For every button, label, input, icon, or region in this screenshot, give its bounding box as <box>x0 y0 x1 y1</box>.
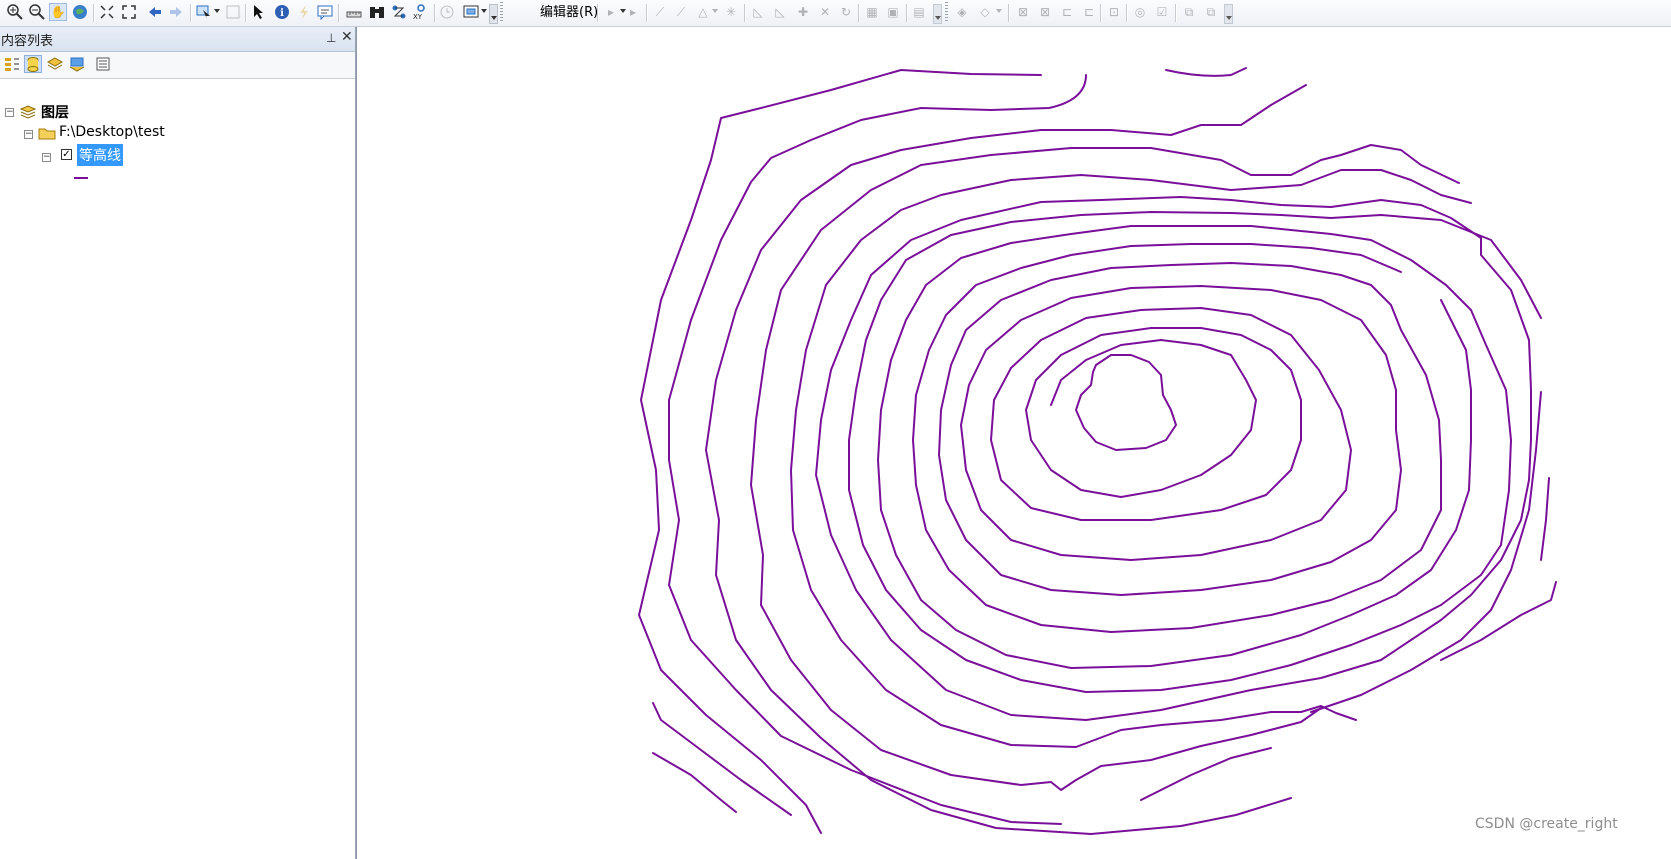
error-list-icon[interactable]: ☑ <box>1153 3 1171 21</box>
contour-line <box>1075 354 1177 451</box>
folder-path-label[interactable]: F:\Desktop\test <box>59 124 165 140</box>
topology-icon[interactable]: ◈ <box>953 3 971 21</box>
list-by-selection-icon[interactable] <box>68 55 86 73</box>
fixed-zoom-out-icon[interactable] <box>120 3 138 21</box>
construct-features-icon[interactable]: ⊏ <box>1058 3 1076 21</box>
contour-line <box>848 211 1542 693</box>
editor-overflow-icon[interactable] <box>933 4 942 24</box>
attributes-icon[interactable]: ▦ <box>863 3 881 21</box>
contour-line <box>652 702 792 816</box>
collapse-folder-icon[interactable]: − <box>24 130 33 139</box>
create-viewer-icon[interactable] <box>462 3 480 21</box>
cut-polygons-icon[interactable]: ✚ <box>794 3 812 21</box>
contour-line <box>638 159 822 834</box>
straight-segment-icon[interactable]: ⟋ <box>651 3 669 21</box>
viewer-dropdown-icon[interactable] <box>481 9 487 13</box>
collapse-root-icon[interactable]: − <box>5 108 14 117</box>
contour-line <box>912 243 1442 633</box>
html-popup-icon[interactable] <box>316 3 334 21</box>
table-of-contents-panel: 内容列表 ⊥ ✕ − 图层 − F:\Desktop\test − ✓ 等高线 <box>0 27 356 859</box>
split-tool-icon[interactable]: ✕ <box>816 3 834 21</box>
find-icon[interactable] <box>368 3 386 21</box>
svg-text:XY: XY <box>413 13 423 20</box>
toc-toolbar <box>0 52 355 79</box>
pan-icon[interactable]: ✋ <box>49 3 67 21</box>
contour-line <box>652 752 737 813</box>
show-shared-features-icon[interactable]: ⊠ <box>1036 3 1054 21</box>
contour-line <box>710 69 1042 161</box>
contour-line <box>750 144 1460 791</box>
layer-symbol-swatch[interactable] <box>74 177 88 179</box>
end-point-arc-icon[interactable]: ⟋ <box>672 3 690 21</box>
back-extent-icon[interactable] <box>146 3 164 21</box>
layer-name-selected[interactable]: 等高线 <box>77 144 123 166</box>
create-features-icon[interactable]: ▤ <box>910 3 928 21</box>
clear-selection-icon[interactable] <box>224 3 242 21</box>
contour-line <box>705 84 1307 835</box>
fixed-zoom-in-icon[interactable] <box>98 3 116 21</box>
select-elements-icon[interactable] <box>250 3 268 21</box>
contour-line <box>1165 67 1247 77</box>
trace-dropdown-icon[interactable] <box>712 9 718 13</box>
forward-extent-icon[interactable] <box>167 3 185 21</box>
watermark-text: CSDN @create_right <box>1475 816 1618 832</box>
list-by-source-icon[interactable] <box>24 55 42 73</box>
toc-title-bar: 内容列表 ⊥ ✕ <box>0 27 355 52</box>
zoom-in-icon[interactable] <box>6 3 24 21</box>
list-by-drawing-order-icon[interactable] <box>3 55 21 73</box>
topology-overflow-icon[interactable] <box>1224 4 1233 24</box>
layer-visibility-checkbox[interactable]: ✓ <box>61 149 72 160</box>
edit-vertices-icon[interactable]: ◺ <box>749 3 767 21</box>
main-toolbar: ✋ i XY 编辑器(R) ▸ ▸ ⟋ ⟋ △ ✳ ◺ ◺ ✚ ✕ ↻ ▦ ▣ … <box>0 0 1671 27</box>
contour-line <box>1310 391 1542 713</box>
contour-lines <box>638 67 1557 835</box>
fix-topology-error-icon[interactable]: ⊡ <box>1105 3 1123 21</box>
folder-icon <box>38 126 56 144</box>
point-icon[interactable]: ✳ <box>722 3 740 21</box>
edit-tool-icon[interactable]: ▸ <box>602 3 620 21</box>
contour-line <box>1140 747 1272 801</box>
topology-edit-icon[interactable]: ⊠ <box>1014 3 1032 21</box>
georeference-icon[interactable]: ⧉ <box>1180 3 1198 21</box>
list-by-visibility-icon[interactable] <box>46 55 64 73</box>
pin-icon[interactable]: ⊥ <box>326 31 336 45</box>
time-slider-icon[interactable] <box>438 3 456 21</box>
map-topology-icon[interactable]: ◇ <box>976 3 994 21</box>
sketch-properties-icon[interactable]: ▣ <box>884 3 902 21</box>
validate-topology-icon[interactable]: ⊏ <box>1080 3 1098 21</box>
go-to-xy-icon[interactable]: XY <box>411 3 429 21</box>
trace-icon[interactable]: △ <box>694 3 712 21</box>
error-inspector-icon[interactable]: ◎ <box>1131 3 1149 21</box>
contour-line <box>1540 477 1550 561</box>
toc-title: 内容列表 <box>1 34 54 49</box>
svg-text:i: i <box>280 8 284 19</box>
find-route-icon[interactable] <box>390 3 408 21</box>
topology-dropdown-icon[interactable] <box>996 9 1002 13</box>
layers-icon <box>19 104 37 124</box>
measure-icon[interactable] <box>345 3 363 21</box>
hyperlink-icon[interactable] <box>295 3 313 21</box>
editor-menu-label: 编辑器(R) <box>540 5 599 20</box>
toolbar-overflow-icon[interactable] <box>489 4 498 24</box>
edit-annotation-icon[interactable]: ▸ <box>624 3 642 21</box>
contour-line <box>815 196 1532 721</box>
layers-root-label[interactable]: 图层 <box>41 102 69 122</box>
map-view[interactable]: CSDN @create_right <box>356 27 1671 859</box>
identify-icon[interactable]: i <box>273 3 291 21</box>
zoom-out-icon[interactable] <box>28 3 46 21</box>
close-icon[interactable]: ✕ <box>341 29 353 45</box>
toc-options-icon[interactable] <box>94 55 112 73</box>
rotate-tool-icon[interactable]: ↻ <box>837 3 855 21</box>
editor-menu[interactable]: 编辑器(R) <box>540 3 598 23</box>
full-extent-icon[interactable] <box>71 3 89 21</box>
reshape-feature-icon[interactable]: ◺ <box>771 3 789 21</box>
select-dropdown-icon[interactable] <box>214 9 220 13</box>
collapse-layer-icon[interactable]: − <box>42 153 51 162</box>
select-features-icon[interactable] <box>195 3 213 21</box>
adjust-icon[interactable]: ⧉ <box>1202 3 1220 21</box>
